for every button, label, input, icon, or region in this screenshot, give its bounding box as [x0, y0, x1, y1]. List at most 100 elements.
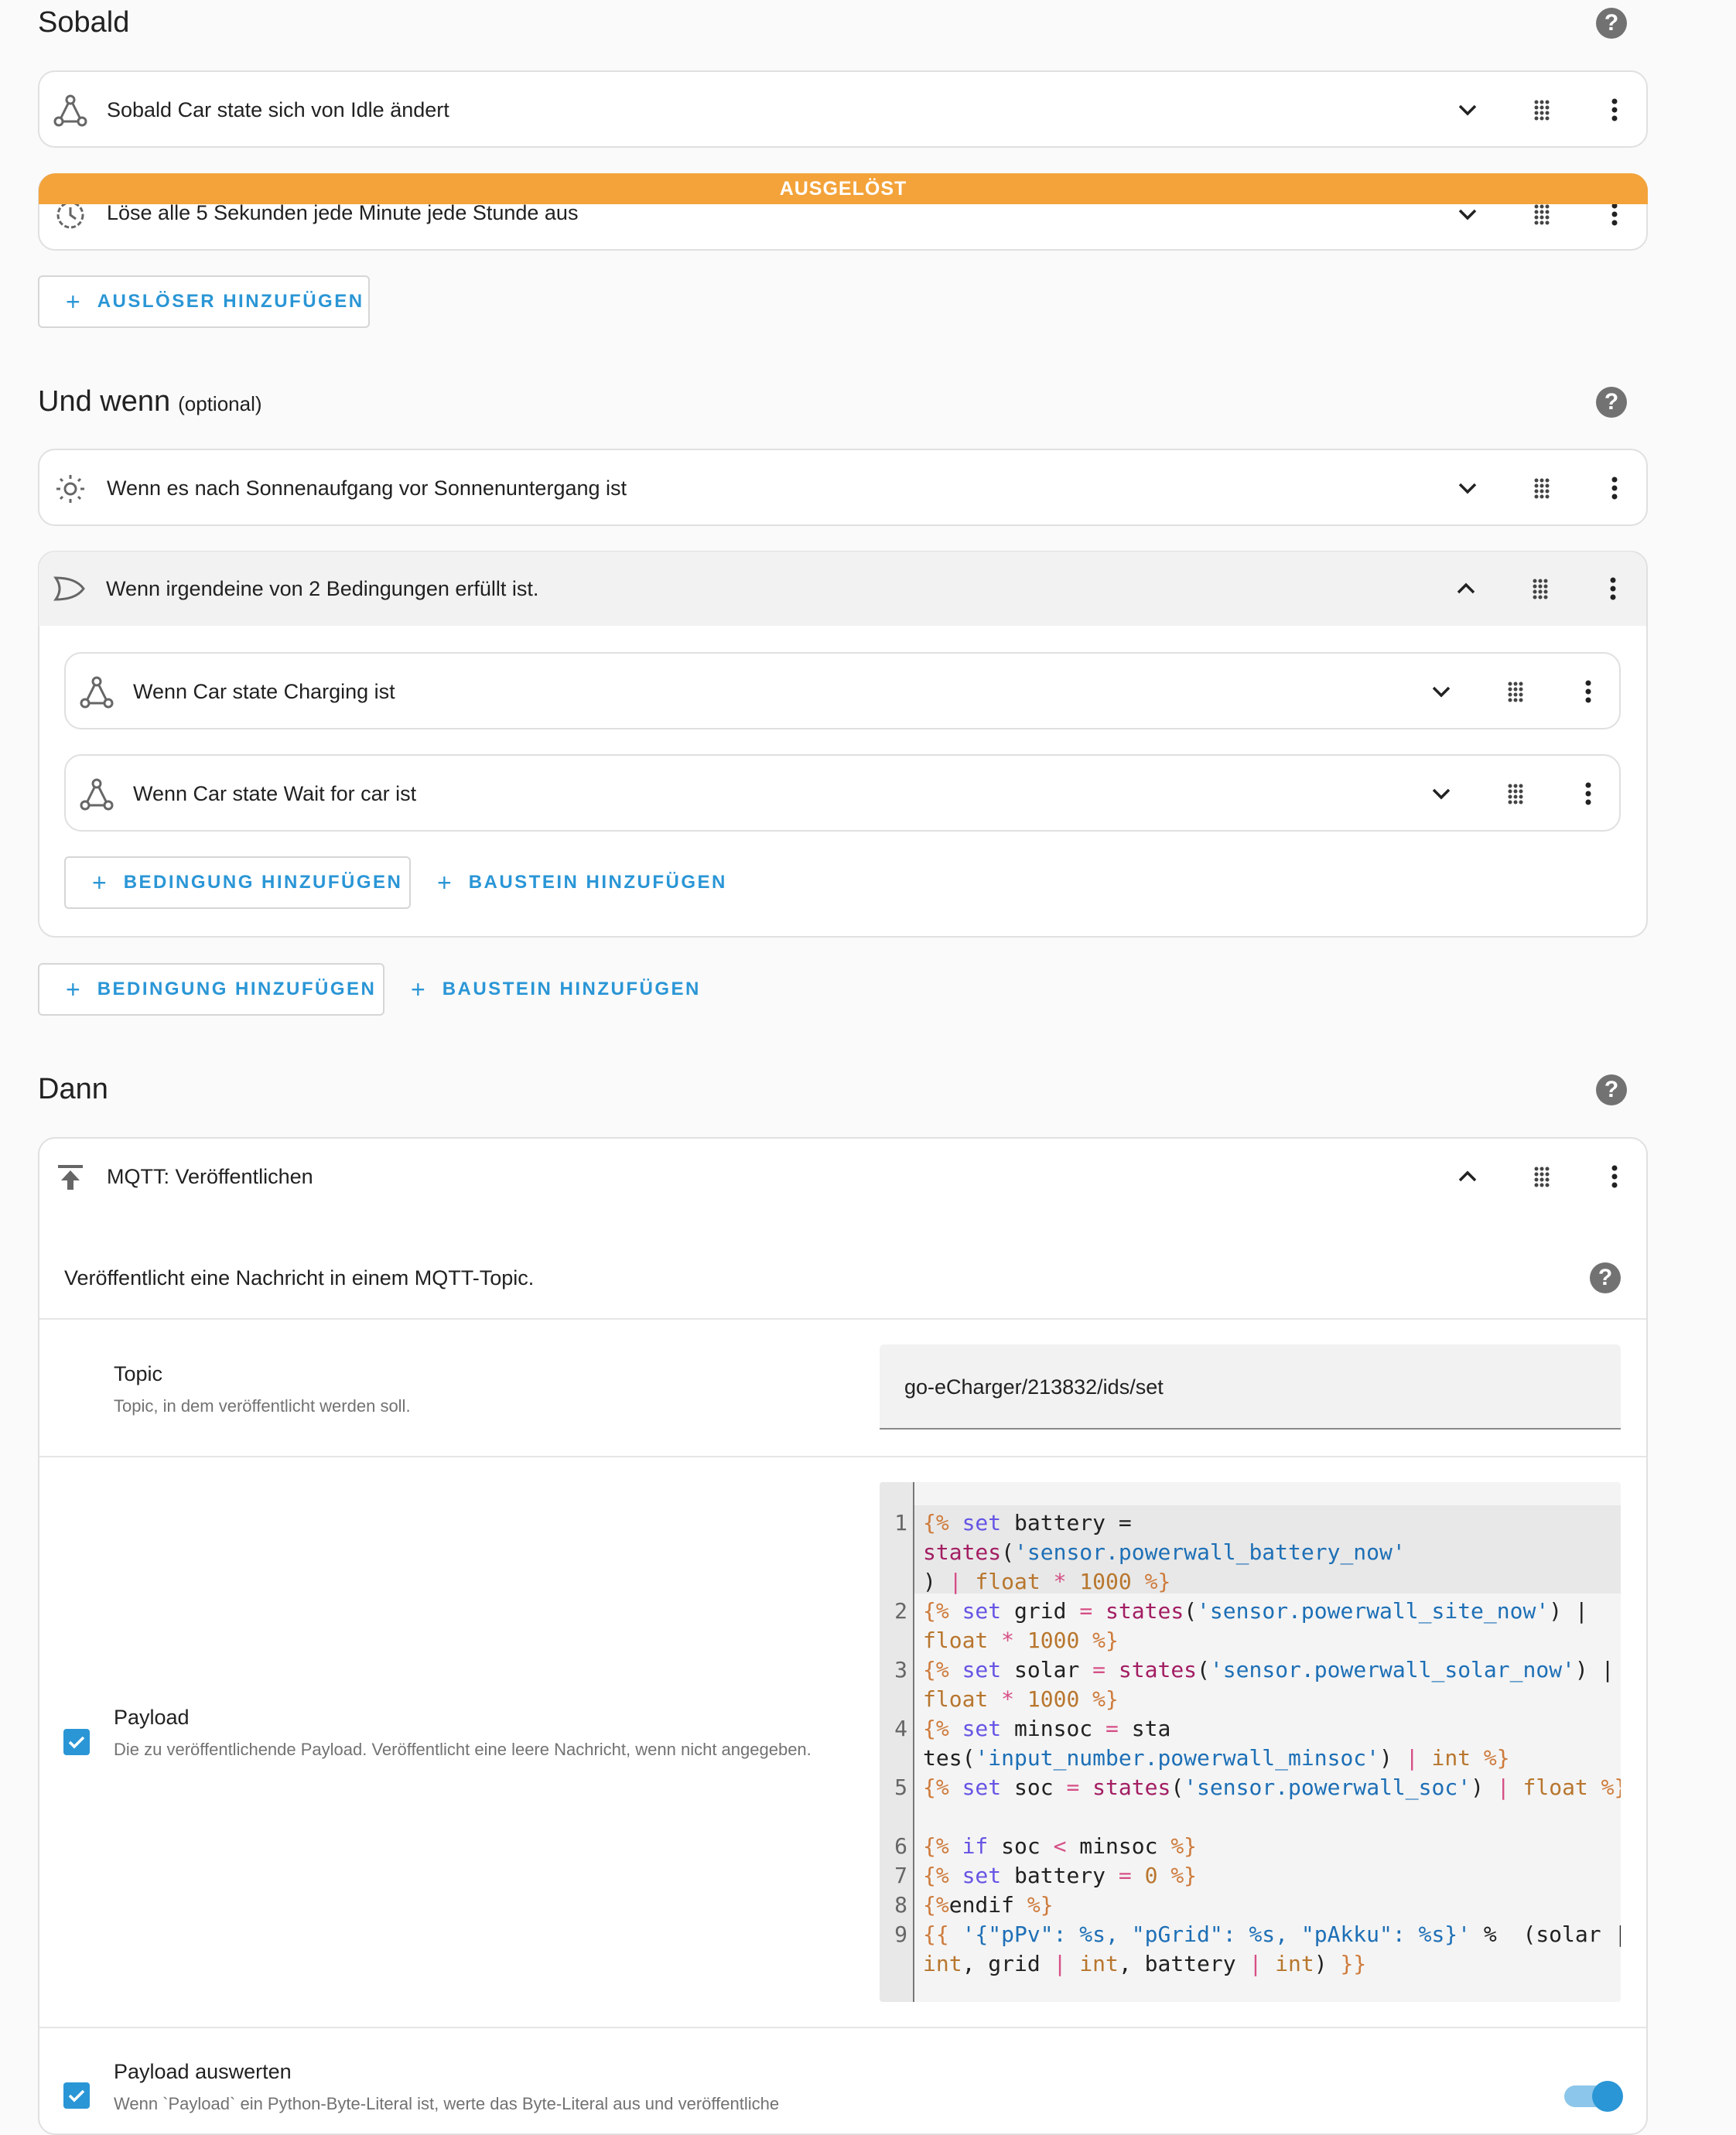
line-number: 4 — [894, 1716, 907, 1741]
chevron-down-icon[interactable] — [1426, 676, 1457, 707]
more-menu-icon[interactable] — [1598, 573, 1628, 604]
payload-code-editor[interactable]: 1 {% set battery = states('sensor.powerwal… — [880, 1482, 1621, 2002]
add-block-button[interactable]: + BAUSTEIN HINZUFÜGEN — [411, 963, 701, 1016]
more-menu-icon[interactable] — [1573, 676, 1604, 707]
payload-label: Payload — [114, 1706, 190, 1729]
checkmark-icon — [68, 1736, 85, 1749]
code-line: states('sensor.powerwall_battery_now' — [923, 1539, 1406, 1565]
nested-condition-wait-for-car[interactable]: Wenn Car state Wait for car ist — [64, 754, 1621, 832]
plus-icon: + — [411, 975, 425, 1003]
drag-handle-icon[interactable] — [1526, 473, 1557, 504]
checkmark-icon — [68, 2089, 85, 2103]
conditions-help-icon[interactable]: ? — [1596, 387, 1627, 418]
conditions-section-title: Und wenn (optional) — [38, 385, 262, 418]
code-line: {% set minsoc = sta — [923, 1716, 1171, 1741]
drag-handle-icon[interactable] — [1526, 94, 1557, 125]
topic-label: Topic — [114, 1362, 163, 1385]
add-trigger-label: AUSLÖSER HINZUFÜGEN — [97, 291, 364, 312]
line-number: 5 — [894, 1775, 907, 1800]
code-line: tes('input_number.powerwall_minsoc') | i… — [923, 1745, 1510, 1771]
state-graph-icon — [80, 675, 114, 709]
evaluate-payload-checkbox[interactable] — [63, 2082, 90, 2109]
add-condition-label: BEDINGUNG HINZUFÜGEN — [123, 872, 403, 893]
add-condition-label: BEDINGUNG HINZUFÜGEN — [97, 979, 377, 999]
add-trigger-button[interactable]: + AUSLÖSER HINZUFÜGEN — [38, 275, 370, 328]
condition-label: Wenn Car state Wait for car ist — [133, 782, 417, 805]
evaluate-payload-description: Wenn `Payload` ein Python-Byte-Literal i… — [114, 2094, 780, 2113]
triggers-section-title: Sobald — [38, 6, 130, 39]
code-line: {% set battery = — [923, 1510, 1132, 1535]
code-line: ) | float * 1000 %} — [923, 1569, 1171, 1594]
line-number: 9 — [894, 1922, 907, 1947]
actions-section-title: Dann — [38, 1073, 108, 1105]
add-block-label: BAUSTEIN HINZUFÜGEN — [468, 872, 727, 893]
or-group-header[interactable]: Wenn irgendeine von 2 Bedingungen erfüll… — [39, 552, 1646, 626]
plus-icon: + — [66, 287, 80, 316]
action-title: MQTT: Veröffentlichen — [107, 1165, 313, 1188]
code-line: int, grid | int, battery | int) }} — [923, 1951, 1367, 1976]
payload-checkbox[interactable] — [63, 1729, 90, 1755]
sun-icon — [53, 472, 87, 506]
divider — [39, 1456, 1646, 1457]
chevron-down-icon[interactable] — [1426, 778, 1457, 809]
topic-description: Topic, in dem veröffentlicht werden soll… — [114, 1396, 411, 1416]
code-line: {{ '{"pPv": %s, "pGrid": %s, "pAkku": %s… — [923, 1922, 1621, 1947]
add-block-label: BAUSTEIN HINZUFÜGEN — [442, 979, 701, 999]
more-menu-icon[interactable] — [1599, 94, 1630, 125]
trigger-label: Sobald Car state sich von Idle ändert — [107, 98, 449, 121]
triggers-help-icon[interactable]: ? — [1596, 8, 1627, 39]
service-help-icon[interactable]: ? — [1590, 1262, 1621, 1293]
chevron-up-icon[interactable] — [1452, 1161, 1483, 1192]
plus-icon: + — [437, 868, 452, 897]
chevron-down-icon[interactable] — [1452, 473, 1483, 504]
chevron-up-icon[interactable] — [1451, 573, 1481, 604]
evaluate-payload-label: Payload auswerten — [114, 2060, 292, 2083]
trigger-label: Löse alle 5 Sekunden jede Minute jede St… — [107, 201, 579, 224]
plus-icon: + — [66, 975, 80, 1003]
add-nested-block-button[interactable]: + BAUSTEIN HINZUFÜGEN — [437, 856, 727, 909]
condition-label: Wenn irgendeine von 2 Bedingungen erfüll… — [106, 577, 539, 600]
condition-card-sun[interactable]: Wenn es nach Sonnenaufgang vor Sonnenunt… — [38, 449, 1648, 526]
more-menu-icon[interactable] — [1573, 778, 1604, 809]
state-graph-icon — [80, 777, 114, 811]
drag-handle-icon[interactable] — [1500, 676, 1531, 707]
line-number: 2 — [894, 1598, 907, 1624]
or-gate-icon — [53, 572, 87, 606]
actions-help-icon[interactable]: ? — [1596, 1074, 1627, 1105]
code-line: {% set soc = states('sensor.powerwall_so… — [923, 1775, 1621, 1800]
nested-condition-charging[interactable]: Wenn Car state Charging ist — [64, 652, 1621, 729]
more-menu-icon[interactable] — [1599, 1161, 1630, 1192]
drag-handle-icon[interactable] — [1525, 573, 1556, 604]
condition-label: Wenn es nach Sonnenaufgang vor Sonnenunt… — [107, 477, 627, 500]
condition-label: Wenn Car state Charging ist — [133, 680, 395, 703]
code-line: {%endif %} — [923, 1892, 1054, 1918]
topic-value: go-eCharger/213832/ids/set — [904, 1375, 1164, 1399]
conditions-title-text: Und wenn — [38, 385, 171, 418]
state-graph-icon — [53, 94, 87, 128]
topic-input[interactable]: go-eCharger/213832/ids/set — [880, 1344, 1621, 1430]
divider — [39, 1318, 1646, 1320]
code-line: {% set grid = states('sensor.powerwall_s… — [923, 1598, 1588, 1624]
line-number: 8 — [894, 1892, 907, 1918]
publish-icon — [53, 1160, 87, 1194]
drag-handle-icon[interactable] — [1526, 1161, 1557, 1192]
trigger-card-state[interactable]: Sobald Car state sich von Idle ändert — [38, 70, 1648, 148]
drag-handle-icon[interactable] — [1500, 778, 1531, 809]
code-line: {% set battery = 0 %} — [923, 1863, 1198, 1888]
chevron-down-icon[interactable] — [1452, 94, 1483, 125]
triggered-badge: AUSGELÖST — [39, 173, 1648, 204]
divider — [39, 2027, 1646, 2028]
line-number: 1 — [894, 1510, 907, 1535]
line-number: 3 — [894, 1657, 907, 1682]
code-line: float * 1000 %} — [923, 1628, 1119, 1653]
more-menu-icon[interactable] — [1599, 473, 1630, 504]
plus-icon: + — [92, 868, 107, 897]
payload-description: Die zu veröffentlichende Payload. Veröff… — [114, 1740, 812, 1759]
toggle-knob[interactable] — [1592, 2081, 1623, 2112]
code-line: {% if soc < minsoc %} — [923, 1833, 1198, 1859]
action-description: Veröffentlicht eine Nachricht in einem M… — [64, 1266, 535, 1290]
add-nested-condition-button[interactable]: + BEDINGUNG HINZUFÜGEN — [64, 856, 411, 909]
optional-label: (optional) — [178, 392, 262, 415]
add-condition-button[interactable]: + BEDINGUNG HINZUFÜGEN — [38, 963, 384, 1016]
line-number: 7 — [894, 1863, 907, 1888]
